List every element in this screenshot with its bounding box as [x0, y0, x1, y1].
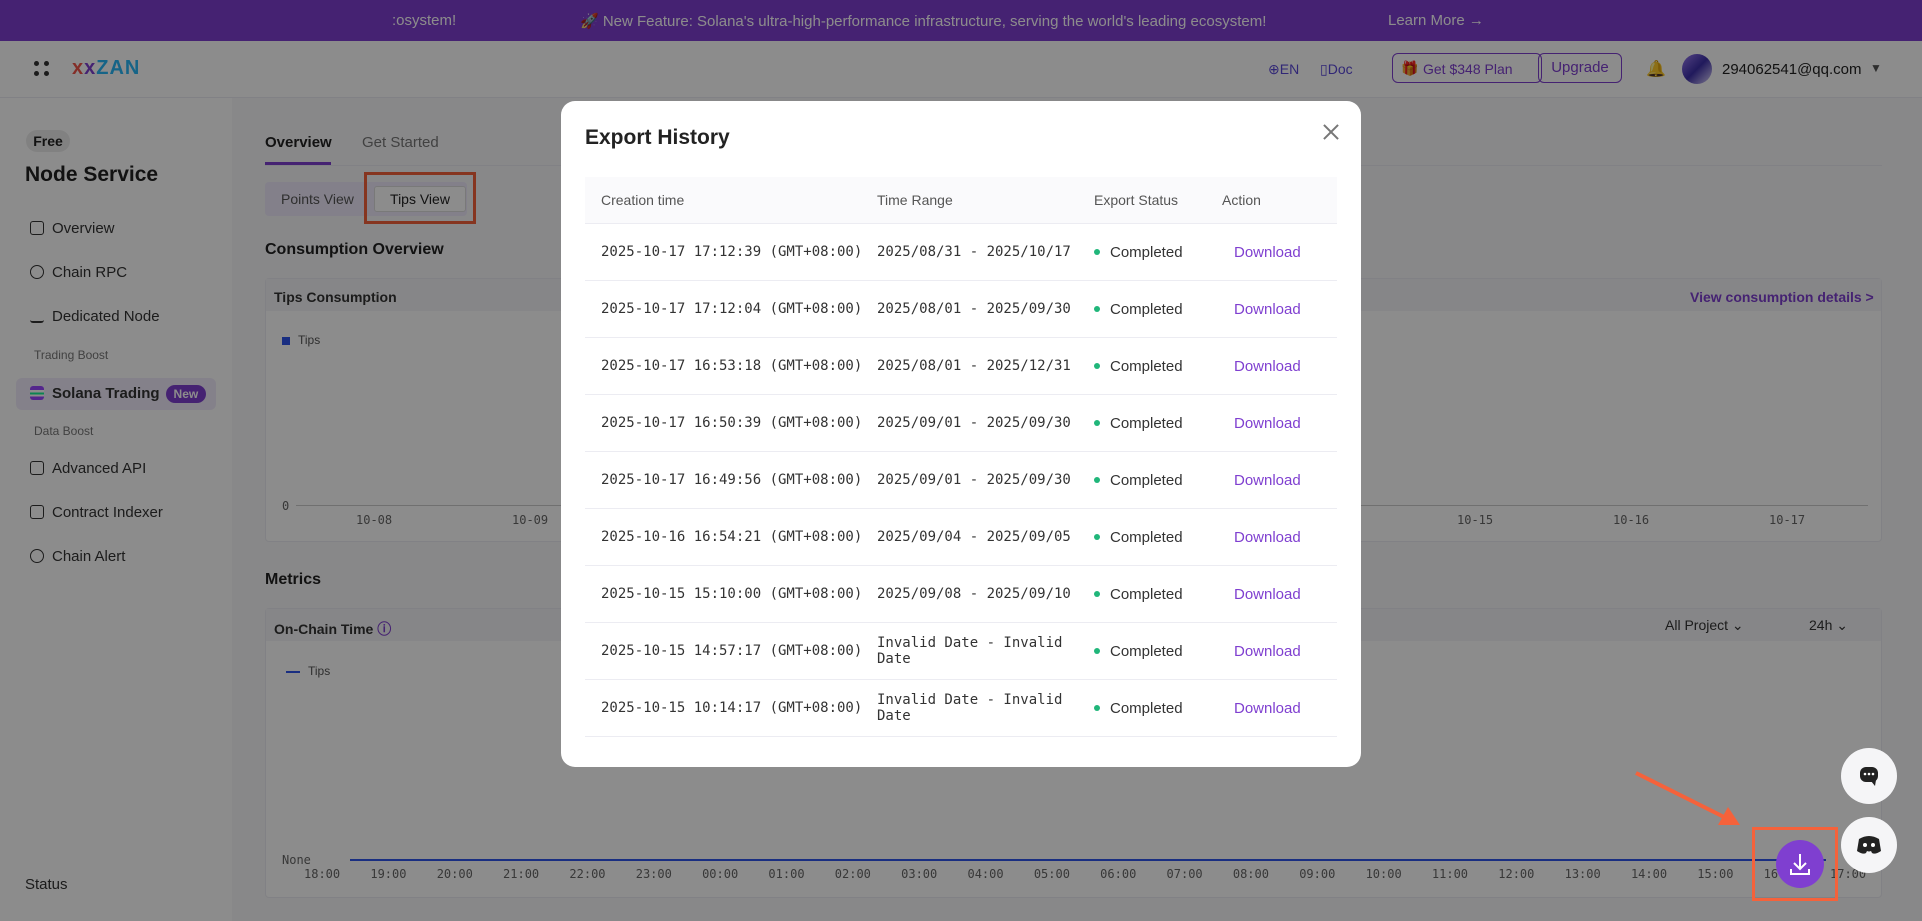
download-link[interactable]: Download: [1222, 529, 1301, 546]
column-header: Export Status: [1094, 177, 1222, 224]
action-cell: Download: [1222, 337, 1337, 395]
creation-time-cell: 2025-10-16 16:54:21 (GMT+08:00): [585, 508, 877, 566]
status-cell: Completed: [1094, 280, 1222, 338]
status-text: Completed: [1110, 585, 1183, 603]
time-range-cell: Invalid Date - Invalid Date: [877, 622, 1094, 680]
chat-icon: [1860, 767, 1878, 786]
status-cell: Completed: [1094, 394, 1222, 452]
time-range-cell: 2025/08/01 - 2025/09/30: [877, 280, 1094, 338]
download-link[interactable]: Download: [1222, 586, 1301, 603]
highlight-box-download: [1752, 827, 1838, 901]
status-text: Completed: [1110, 642, 1183, 660]
status-text: Completed: [1110, 699, 1183, 717]
export-history-table: Creation time Time Range Export Status A…: [585, 177, 1337, 737]
table-row: 2025-10-16 16:54:21 (GMT+08:00) 2025/09/0…: [585, 508, 1337, 566]
action-cell: Download: [1222, 622, 1337, 680]
column-header: Action: [1222, 177, 1337, 224]
modal-title: Export History: [585, 126, 730, 149]
status-text: Completed: [1110, 300, 1183, 318]
action-cell: Download: [1222, 280, 1337, 338]
status-cell: Completed: [1094, 337, 1222, 395]
action-cell: Download: [1222, 451, 1337, 509]
export-history-modal: Export History Creation time Time Range …: [561, 101, 1361, 767]
download-link[interactable]: Download: [1222, 472, 1301, 489]
creation-time-cell: 2025-10-17 16:53:18 (GMT+08:00): [585, 337, 877, 395]
status-dot: [1094, 476, 1100, 483]
discord-icon: [1857, 836, 1881, 854]
column-header: Creation time: [585, 177, 877, 224]
table-row: 2025-10-17 17:12:04 (GMT+08:00) 2025/08/0…: [585, 280, 1337, 338]
download-link[interactable]: Download: [1222, 415, 1301, 432]
table-row: 2025-10-17 16:50:39 (GMT+08:00) 2025/09/0…: [585, 394, 1337, 452]
action-cell: Download: [1222, 394, 1337, 452]
status-dot: [1094, 533, 1100, 540]
time-range-cell: 2025/09/04 - 2025/09/05: [877, 508, 1094, 566]
status-dot: [1094, 248, 1100, 255]
download-link[interactable]: Download: [1222, 301, 1301, 318]
table-row: 2025-10-15 10:14:17 (GMT+08:00) Invalid D…: [585, 679, 1337, 737]
status-dot: [1094, 590, 1100, 597]
status-text: Completed: [1110, 414, 1183, 432]
status-cell: Completed: [1094, 622, 1222, 680]
download-link[interactable]: Download: [1222, 643, 1301, 660]
status-dot: [1094, 305, 1100, 312]
status-text: Completed: [1110, 471, 1183, 489]
time-range-cell: Invalid Date - Invalid Date: [877, 679, 1094, 737]
creation-time-cell: 2025-10-17 16:50:39 (GMT+08:00): [585, 394, 877, 452]
time-range-cell: 2025/09/01 - 2025/09/30: [877, 451, 1094, 509]
status-cell: Completed: [1094, 451, 1222, 509]
status-dot: [1094, 362, 1100, 369]
discord-button[interactable]: [1841, 817, 1897, 873]
download-link[interactable]: Download: [1222, 700, 1301, 717]
status-dot: [1094, 704, 1100, 711]
status-text: Completed: [1110, 357, 1183, 375]
creation-time-cell: 2025-10-17 17:12:04 (GMT+08:00): [585, 280, 877, 338]
table-header-row: Creation time Time Range Export Status A…: [585, 177, 1337, 224]
time-range-cell: 2025/08/31 - 2025/10/17: [877, 223, 1094, 281]
creation-time-cell: 2025-10-17 17:12:39 (GMT+08:00): [585, 223, 877, 281]
table-row: 2025-10-17 16:53:18 (GMT+08:00) 2025/08/0…: [585, 337, 1337, 395]
status-text: Completed: [1110, 528, 1183, 546]
column-header: Time Range: [877, 177, 1094, 224]
action-cell: Download: [1222, 679, 1337, 737]
status-dot: [1094, 419, 1100, 426]
time-range-cell: 2025/09/01 - 2025/09/30: [877, 394, 1094, 452]
annotation-arrow: [1635, 771, 1740, 825]
creation-time-cell: 2025-10-15 14:57:17 (GMT+08:00): [585, 622, 877, 680]
download-link[interactable]: Download: [1222, 358, 1301, 375]
status-dot: [1094, 647, 1100, 654]
table-row: 2025-10-17 17:12:39 (GMT+08:00) 2025/08/3…: [585, 223, 1337, 281]
creation-time-cell: 2025-10-17 16:49:56 (GMT+08:00): [585, 451, 877, 509]
status-text: Completed: [1110, 243, 1183, 261]
action-cell: Download: [1222, 223, 1337, 281]
status-cell: Completed: [1094, 508, 1222, 566]
creation-time-cell: 2025-10-15 15:10:00 (GMT+08:00): [585, 565, 877, 623]
download-link[interactable]: Download: [1222, 244, 1301, 261]
close-icon[interactable]: [1321, 122, 1341, 142]
action-cell: Download: [1222, 565, 1337, 623]
action-cell: Download: [1222, 508, 1337, 566]
table-row: 2025-10-15 15:10:00 (GMT+08:00) 2025/09/0…: [585, 565, 1337, 623]
creation-time-cell: 2025-10-15 10:14:17 (GMT+08:00): [585, 679, 877, 737]
status-cell: Completed: [1094, 679, 1222, 737]
table-row: 2025-10-17 16:49:56 (GMT+08:00) 2025/09/0…: [585, 451, 1337, 509]
status-cell: Completed: [1094, 565, 1222, 623]
time-range-cell: 2025/08/01 - 2025/12/31: [877, 337, 1094, 395]
chat-button[interactable]: [1841, 748, 1897, 804]
status-cell: Completed: [1094, 223, 1222, 281]
table-row: 2025-10-15 14:57:17 (GMT+08:00) Invalid D…: [585, 622, 1337, 680]
time-range-cell: 2025/09/08 - 2025/09/10: [877, 565, 1094, 623]
